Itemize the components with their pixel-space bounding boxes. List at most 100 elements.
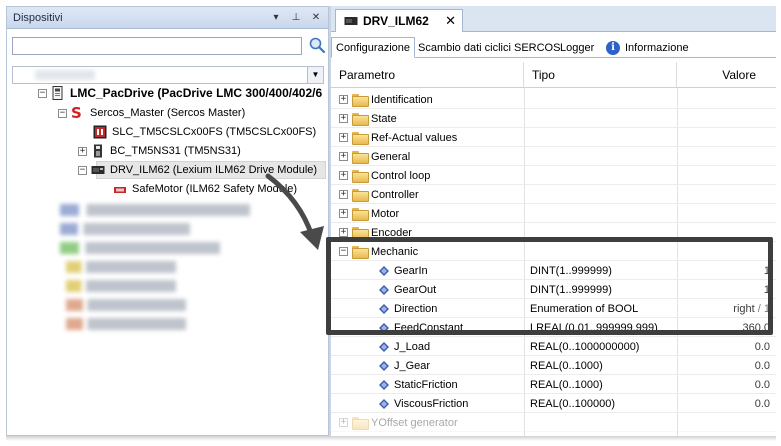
collapse-icon[interactable]: − xyxy=(78,165,87,175)
param-row-jload[interactable]: J_Load REAL(0..1000000000) 0.0 xyxy=(331,337,776,356)
parameter-icon xyxy=(379,322,389,333)
param-value[interactable]: 0.0 xyxy=(755,341,770,353)
param-value[interactable]: 0.0 xyxy=(755,379,770,391)
param-value[interactable]: 0.0 xyxy=(755,360,770,372)
column-header-parametro-label: Parametro xyxy=(339,67,396,82)
editor-subtabs: Configurazione Scambio dati ciclici SERC… xyxy=(331,34,776,58)
param-type: DINT(1..999999) xyxy=(530,264,612,277)
folder-label: Encoder xyxy=(371,226,412,239)
folder-row-ref-actual[interactable]: + Ref-Actual values xyxy=(331,128,776,147)
param-name: StaticFriction xyxy=(394,378,458,391)
tree-node-slc[interactable]: SLC_TM5CSLCx00FS (TM5CSLCx00FS) xyxy=(93,123,316,141)
blurred-tree-item xyxy=(60,204,250,216)
column-header-parametro[interactable]: Parametro xyxy=(331,62,524,88)
param-row-viscousfriction[interactable]: ViscousFriction REAL(0..100000) 0.0 xyxy=(331,394,776,413)
param-row-feedconstant[interactable]: FeedConstant LREAL(0.01..999999.999) 360… xyxy=(331,318,776,337)
tree-filter-dropdown[interactable]: ▼ xyxy=(12,66,324,84)
expand-icon[interactable]: + xyxy=(339,209,348,218)
expand-icon[interactable]: + xyxy=(339,95,348,104)
folder-label: State xyxy=(371,112,397,125)
document-tabbar: DRV_ILM62 ✕ xyxy=(331,6,776,32)
tree-node-sercos-master[interactable]: − S Sercos_Master (Sercos Master) xyxy=(58,104,245,122)
document-tab-drv[interactable]: DRV_ILM62 ✕ xyxy=(335,9,463,32)
folder-label: YOffset generator xyxy=(371,416,458,429)
folder-open-icon xyxy=(352,246,369,259)
blurred-tree-item xyxy=(66,280,176,292)
folder-icon xyxy=(352,189,369,202)
folder-row-identification[interactable]: + Identification xyxy=(331,90,776,109)
parameter-icon xyxy=(379,341,389,352)
panel-menu-button[interactable]: ▾ xyxy=(268,12,284,23)
folder-row-encoder[interactable]: + Encoder xyxy=(331,223,776,242)
param-value[interactable]: right xyxy=(733,303,754,315)
folder-label: General xyxy=(371,150,411,163)
pin-button[interactable]: ⊥ xyxy=(288,12,304,23)
chevron-down-icon[interactable]: ▼ xyxy=(307,67,323,83)
folder-row-state[interactable]: + State xyxy=(331,109,776,128)
param-type: Enumeration of BOOL xyxy=(530,302,639,315)
column-header-valore-label: Valore xyxy=(722,67,756,82)
param-row-staticfriction[interactable]: StaticFriction REAL(0..1000) 0.0 xyxy=(331,375,776,394)
tree-node-safemotor[interactable]: SafeMotor (ILM62 Safety Module) xyxy=(113,180,297,198)
search-icon[interactable] xyxy=(308,36,326,54)
close-panel-button[interactable]: ✕ xyxy=(308,12,324,23)
tab-logger[interactable]: Logger xyxy=(555,37,599,58)
expand-icon[interactable]: + xyxy=(339,190,348,199)
collapse-icon[interactable]: − xyxy=(339,247,348,256)
controller-icon xyxy=(52,86,63,100)
param-type: REAL(0..100000) xyxy=(530,397,615,410)
param-value[interactable]: 1 xyxy=(764,284,770,296)
document-tab-label: DRV_ILM62 xyxy=(363,14,429,28)
folder-icon xyxy=(352,227,369,240)
param-name: Direction xyxy=(394,302,438,315)
search-input[interactable] xyxy=(12,37,302,55)
folder-icon xyxy=(352,170,369,183)
blurred-tree-item xyxy=(60,223,190,235)
tab-logger-label: Logger xyxy=(560,41,595,54)
collapse-icon[interactable]: − xyxy=(38,88,47,98)
param-row-direction[interactable]: Direction Enumeration of BOOL right / 1 xyxy=(331,299,776,318)
expand-icon[interactable]: + xyxy=(339,152,348,161)
blurred-tree-item xyxy=(66,299,186,311)
param-value[interactable]: 360.0 xyxy=(742,322,770,334)
tree-node-slc-label: SLC_TM5CSLCx00FS (TM5CSLCx00FS) xyxy=(112,126,317,138)
collapse-icon[interactable]: − xyxy=(58,108,67,118)
param-name: ViscousFriction xyxy=(394,397,469,410)
folder-row-yoffset[interactable]: + YOffset generator xyxy=(331,413,776,432)
folder-row-mechanic[interactable]: − Mechanic xyxy=(331,242,776,261)
folder-row-controller[interactable]: + Controller xyxy=(331,185,776,204)
expand-icon[interactable]: + xyxy=(339,171,348,180)
param-row-jgear[interactable]: J_Gear REAL(0..1000) 0.0 xyxy=(331,356,776,375)
expand-icon[interactable]: + xyxy=(339,228,348,237)
param-name: J_Load xyxy=(394,340,431,353)
tree-node-drv[interactable]: − DRV_ILM62 (Lexium ILM62 Drive Module) xyxy=(78,161,317,179)
folder-label: Controller xyxy=(371,188,419,201)
tab-informazione[interactable]: i Informazione xyxy=(601,37,694,58)
tab-configurazione[interactable]: Configurazione xyxy=(331,37,415,58)
param-value[interactable]: 0.0 xyxy=(755,398,770,410)
column-header-tipo[interactable]: Tipo xyxy=(524,62,677,88)
folder-label: Ref-Actual values xyxy=(371,131,458,144)
expand-icon[interactable]: + xyxy=(339,133,348,142)
parameter-icon xyxy=(379,379,389,390)
blurred-tree-item xyxy=(60,242,220,254)
param-value[interactable]: 1 xyxy=(764,265,770,277)
folder-row-general[interactable]: + General xyxy=(331,147,776,166)
param-row-gearout[interactable]: GearOut DINT(1..999999) 1 xyxy=(331,280,776,299)
column-header-tipo-label: Tipo xyxy=(532,67,555,82)
expand-icon[interactable]: + xyxy=(339,418,348,427)
tree-node-bc-label: BC_TM5NS31 (TM5NS31) xyxy=(110,145,241,157)
expand-icon[interactable]: + xyxy=(78,146,87,156)
folder-row-control-loop[interactable]: + Control loop xyxy=(331,166,776,185)
param-type: LREAL(0.01..999999.999) xyxy=(530,321,658,334)
tab-scambio-dati[interactable]: Scambio dati ciclici SERCOS xyxy=(413,37,565,58)
expand-icon[interactable]: + xyxy=(339,114,348,123)
tree-node-root[interactable]: − LMC_PacDrive (PacDrive LMC 300/400/402… xyxy=(38,84,322,102)
folder-label: Mechanic xyxy=(371,245,419,258)
folder-row-motor[interactable]: + Motor xyxy=(331,204,776,223)
tree-node-bc[interactable]: + BC_TM5NS31 (TM5NS31) xyxy=(78,142,241,160)
close-icon[interactable]: ✕ xyxy=(445,13,456,29)
param-row-gearin[interactable]: GearIn DINT(1..999999) 1 xyxy=(331,261,776,280)
column-header-valore[interactable]: Valore xyxy=(677,62,776,88)
blurred-tree-item xyxy=(66,261,176,273)
